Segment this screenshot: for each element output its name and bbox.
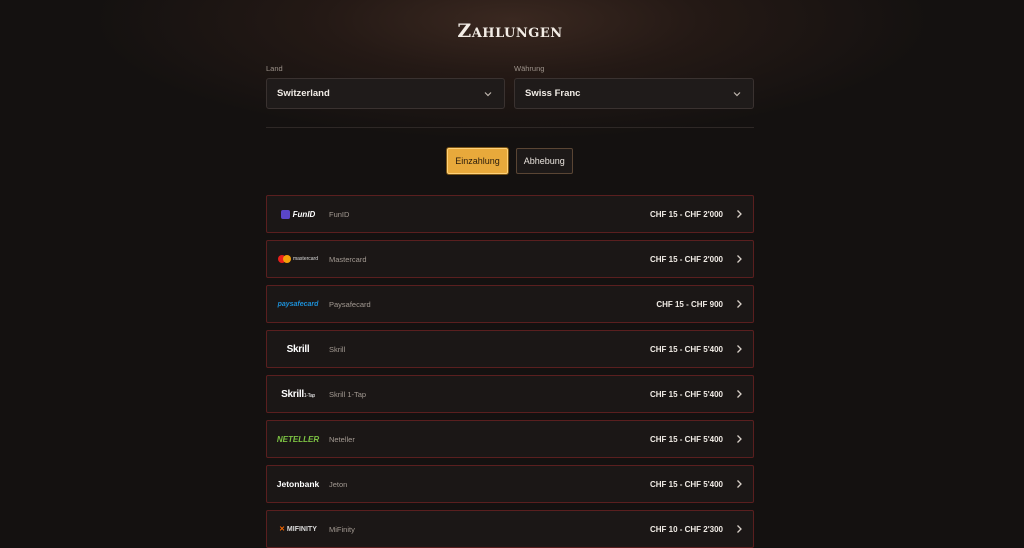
payment-method-row-paysafecard[interactable]: paysafecard Paysafecard CHF 15 - CHF 900 xyxy=(266,285,754,323)
payment-method-name: Skrill 1-Tap xyxy=(329,389,367,399)
payment-logo: Jetonbank xyxy=(267,479,329,489)
jetonbank-icon: Jetonbank xyxy=(276,479,320,489)
paysafecard-icon: paysafecard xyxy=(277,300,319,308)
skrill-icon: Skrill xyxy=(286,343,310,355)
chevron-right-icon xyxy=(737,345,742,353)
payment-method-name: FunID xyxy=(329,209,350,219)
payment-method-name: MiFinity xyxy=(329,524,355,534)
tab-bar: Einzahlung Abhebung xyxy=(266,148,754,174)
country-value: Switzerland xyxy=(277,88,330,99)
payment-method-range: CHF 15 - CHF 5'400 xyxy=(649,389,723,399)
payment-method-name: Mastercard xyxy=(329,254,367,264)
payment-logo: ✕ MIFINITY xyxy=(267,525,329,533)
skrill-1-tap-icon: Skrill1-Tap xyxy=(281,388,315,400)
page-title: Zahlungen xyxy=(457,20,563,42)
payment-logo: NETELLER xyxy=(267,435,329,444)
chevron-down-icon xyxy=(733,91,741,96)
payment-method-row-neteller[interactable]: NETELLER Neteller CHF 15 - CHF 5'400 xyxy=(266,420,754,458)
neteller-icon: NETELLER xyxy=(276,434,320,444)
currency-label: Währung xyxy=(514,64,545,73)
currency-select[interactable]: Swiss Franc xyxy=(514,78,754,109)
payment-logo: Skrill xyxy=(267,344,329,355)
chevron-right-icon xyxy=(737,525,742,533)
payment-method-name: Skrill xyxy=(329,344,346,354)
payment-method-range: CHF 15 - CHF 2'000 xyxy=(649,254,723,264)
payment-logo: FunID xyxy=(267,209,329,219)
payment-logo: mastercard xyxy=(267,255,329,263)
payment-method-row-funid[interactable]: FunID FunID CHF 15 - CHF 2'000 xyxy=(266,195,754,233)
country-select[interactable]: Switzerland xyxy=(266,78,505,109)
chevron-right-icon xyxy=(737,255,742,263)
chevron-right-icon xyxy=(737,435,742,443)
payment-method-name: Paysafecard xyxy=(329,299,371,309)
divider xyxy=(266,127,754,128)
payment-method-row-mastercard[interactable]: mastercard Mastercard CHF 15 - CHF 2'000 xyxy=(266,240,754,278)
country-label: Land xyxy=(266,64,283,73)
payment-method-row-skrill[interactable]: Skrill Skrill CHF 15 - CHF 5'400 xyxy=(266,330,754,368)
payment-method-range: CHF 15 - CHF 5'400 xyxy=(649,344,723,354)
payment-method-row-jeton[interactable]: Jetonbank Jeton CHF 15 - CHF 5'400 xyxy=(266,465,754,503)
payment-logo: paysafecard xyxy=(267,301,329,308)
payment-method-name: Jeton xyxy=(329,479,348,489)
chevron-down-icon xyxy=(484,91,492,96)
payment-method-range: CHF 10 - CHF 2'300 xyxy=(649,524,723,534)
payment-method-range: CHF 15 - CHF 2'000 xyxy=(649,209,723,219)
payment-method-name: Neteller xyxy=(329,434,355,444)
payment-method-row-skrill-1-tap[interactable]: Skrill1-Tap Skrill 1-Tap CHF 15 - CHF 5'… xyxy=(266,375,754,413)
payment-method-range: CHF 15 - CHF 5'400 xyxy=(649,434,723,444)
payment-method-range: CHF 15 - CHF 5'400 xyxy=(649,479,723,489)
payment-method-row-mifinity[interactable]: ✕ MIFINITY MiFinity CHF 10 - CHF 2'300 xyxy=(266,510,754,548)
payment-method-range: CHF 15 - CHF 900 xyxy=(656,299,723,309)
currency-value: Swiss Franc xyxy=(525,88,581,99)
tab-withdrawal[interactable]: Abhebung xyxy=(515,148,573,174)
chevron-right-icon xyxy=(737,210,742,218)
chevron-right-icon xyxy=(737,480,742,488)
tab-deposit[interactable]: Einzahlung xyxy=(447,148,508,174)
funid-icon xyxy=(280,209,290,219)
chevron-right-icon xyxy=(737,300,742,308)
mifinity-icon: ✕ MIFINITY xyxy=(279,526,317,533)
payment-logo: Skrill1-Tap xyxy=(267,389,329,400)
chevron-right-icon xyxy=(737,390,742,398)
